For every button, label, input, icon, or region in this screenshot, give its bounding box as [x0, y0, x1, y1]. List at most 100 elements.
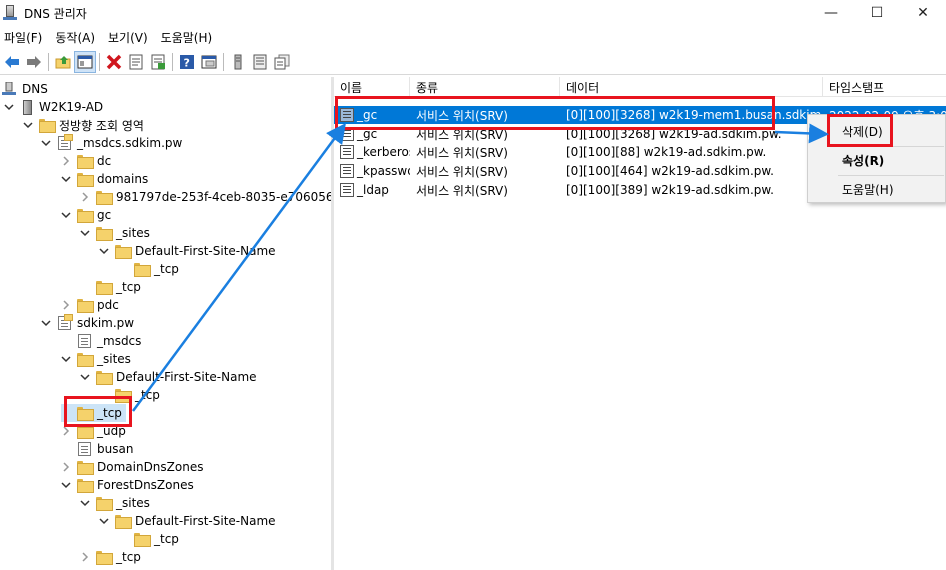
menu-help[interactable]: 도움말(H) [157, 29, 222, 46]
record-name-cell: _kpasswd [334, 164, 410, 179]
toolbar-separator [172, 52, 173, 71]
dns-manager-icon [3, 5, 17, 21]
up-folder-button[interactable] [52, 51, 74, 73]
tree-item-pdc[interactable]: pdc [61, 296, 119, 314]
tree-item-gc-sites[interactable]: _sites [80, 224, 150, 242]
window-controls: — ☐ ✕ [808, 0, 946, 26]
tree-item-sites[interactable]: _sites [61, 350, 131, 368]
tree-item-msdcs-delegation[interactable]: _msdcs [61, 332, 141, 350]
close-button[interactable]: ✕ [900, 0, 946, 26]
chevron-down-icon[interactable] [4, 102, 14, 112]
chevron-down-icon[interactable] [99, 246, 109, 256]
back-arrow-icon [5, 55, 19, 68]
tree-label: DomainDnsZones [97, 460, 204, 474]
srv-record-icon [340, 183, 354, 198]
forward-arrow-icon [27, 55, 41, 68]
chevron-down-icon[interactable] [80, 498, 90, 508]
folder-icon [39, 119, 56, 133]
delete-button[interactable] [103, 51, 125, 73]
console-tree-icon [77, 55, 93, 68]
copy-records-button[interactable] [271, 51, 293, 73]
toolbar-separator [48, 52, 49, 71]
record-type: 서비스 위치(SRV) [416, 164, 508, 179]
tree-item-forest-dns-zones[interactable]: ForestDnsZones [61, 476, 194, 494]
tree-label: _sites [116, 496, 150, 510]
annotation-box-tcp [64, 396, 132, 427]
tree-item-server[interactable]: W2K19-AD [4, 98, 103, 116]
menu-view[interactable]: 보기(V) [104, 29, 157, 46]
help-button[interactable]: ? [176, 51, 198, 73]
delete-x-icon [106, 54, 122, 69]
tree-item-gc-default-site[interactable]: Default-First-Site-Name [99, 242, 276, 260]
tree-item-dns[interactable]: DNS [2, 80, 48, 98]
tree-item-busan[interactable]: busan [61, 440, 133, 458]
tree-item-forest-site-tcp[interactable]: _tcp [118, 530, 179, 548]
properties-button[interactable] [125, 51, 147, 73]
folder-icon [134, 263, 151, 277]
context-properties[interactable]: 속성(R) [808, 149, 946, 171]
chevron-right-icon[interactable] [61, 462, 71, 472]
help-question-icon: ? [180, 54, 194, 69]
back-button[interactable] [1, 51, 23, 73]
minimize-button[interactable]: — [808, 0, 854, 26]
records-button[interactable] [249, 51, 271, 73]
tree-item-forward-zones[interactable]: 정방향 조회 영역 [23, 116, 144, 134]
chevron-right-icon[interactable] [61, 426, 71, 436]
chevron-down-icon[interactable] [80, 372, 90, 382]
tree-item-gc[interactable]: gc [61, 206, 111, 224]
column-name[interactable]: 이름 [334, 77, 410, 97]
menu-action[interactable]: 동작(A) [51, 29, 104, 46]
column-type[interactable]: 종류 [410, 77, 560, 97]
export-list-icon [151, 54, 165, 69]
tree-item-sdkim-zone[interactable]: sdkim.pw [41, 314, 134, 332]
tree-label: ForestDnsZones [97, 478, 194, 492]
server-button[interactable] [227, 51, 249, 73]
chevron-right-icon[interactable] [61, 156, 71, 166]
tree-item-domain-dns-zones[interactable]: DomainDnsZones [61, 458, 203, 476]
export-button[interactable] [147, 51, 169, 73]
folder-icon [77, 209, 94, 223]
tree-item-gc-tcp[interactable]: _tcp [80, 278, 141, 296]
tree-label: _sites [116, 226, 150, 240]
tree-label: pdc [97, 298, 119, 312]
chevron-down-icon[interactable] [61, 480, 71, 490]
tree-item-forest-tcp[interactable]: _tcp [80, 548, 141, 566]
chevron-down-icon[interactable] [61, 210, 71, 220]
chevron-down-icon[interactable] [99, 516, 109, 526]
chevron-down-icon[interactable] [61, 354, 71, 364]
chevron-down-icon[interactable] [23, 120, 33, 130]
tree-item-gc-site-tcp[interactable]: _tcp [118, 260, 179, 278]
folder-icon [77, 353, 94, 367]
folder-icon [96, 497, 113, 511]
tree-item-forest-sites[interactable]: _sites [80, 494, 150, 512]
srv-record-icon [340, 164, 354, 179]
tree-item-msdcs-zone[interactable]: _msdcs.sdkim.pw [41, 134, 182, 152]
menu-file[interactable]: 파일(F) [0, 29, 51, 46]
tree-item-forest-default-site[interactable]: Default-First-Site-Name [99, 512, 276, 530]
chevron-down-icon[interactable] [41, 138, 51, 148]
context-help[interactable]: 도움말(H) [808, 178, 946, 200]
tree-label: _tcp [135, 388, 160, 402]
folder-icon [134, 533, 151, 547]
tree-label: 정방향 조회 영역 [59, 118, 144, 133]
tree-item-domain-guid[interactable]: 981797de-253f-4ceb-8035-e706056e5 [80, 188, 331, 206]
chevron-down-icon[interactable] [80, 228, 90, 238]
tree-label: busan [97, 442, 134, 456]
column-data[interactable]: 데이터 [560, 77, 823, 97]
forward-button[interactable] [23, 51, 45, 73]
folder-icon [96, 281, 113, 295]
chevron-right-icon[interactable] [80, 192, 90, 202]
column-timestamp[interactable]: 타임스탬프 [823, 77, 946, 97]
show-tree-button[interactable] [74, 50, 96, 73]
tree-item-default-site[interactable]: Default-First-Site-Name [80, 368, 257, 386]
console-button[interactable] [198, 51, 220, 73]
tree-item-dc[interactable]: dc [61, 152, 111, 170]
chevron-right-icon[interactable] [80, 552, 90, 562]
chevron-down-icon[interactable] [41, 318, 51, 328]
tree-item-domains[interactable]: domains [61, 170, 148, 188]
menu-bar: 파일(F) 동작(A) 보기(V) 도움말(H) [0, 26, 221, 48]
maximize-button[interactable]: ☐ [854, 0, 900, 26]
chevron-right-icon[interactable] [61, 300, 71, 310]
chevron-down-icon[interactable] [61, 174, 71, 184]
srv-record-icon [340, 145, 354, 160]
